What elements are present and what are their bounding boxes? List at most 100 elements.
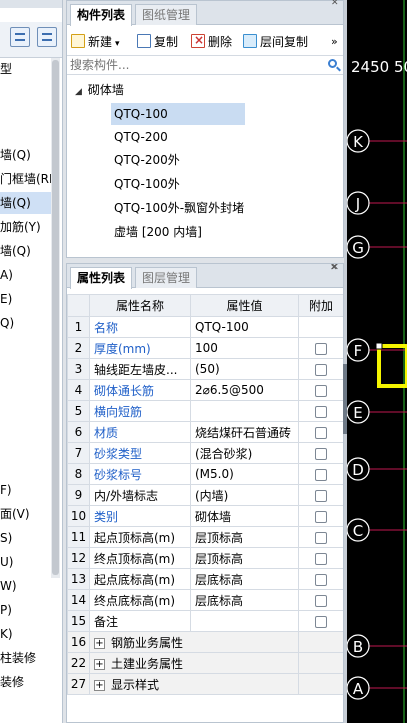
left-tree-item[interactable]: W) — [0, 575, 52, 597]
property-row[interactable]: 6 材质 烧结煤矸石普通砖 — [67, 421, 343, 443]
component-tree-item[interactable]: QTQ-100外 — [111, 173, 183, 195]
component-tree-item[interactable]: QTQ-200外 — [111, 149, 183, 171]
attach-checkbox[interactable] — [315, 405, 327, 418]
left-tree-item[interactable]: 门框墙(RF — [0, 168, 52, 190]
property-value[interactable]: 砌体墙 — [190, 505, 299, 527]
property-value[interactable]: 2⌀6.5@500 — [190, 379, 299, 401]
attach-checkbox[interactable] — [315, 342, 327, 355]
property-value[interactable]: 层底标高 — [190, 568, 299, 590]
property-row[interactable]: 5 横向短筋 — [67, 400, 343, 422]
attach-checkbox[interactable] — [315, 447, 327, 460]
property-row[interactable]: 10 类别 砌体墙 — [67, 505, 343, 527]
grid-view-icon[interactable] — [37, 27, 57, 47]
attach-checkbox[interactable] — [315, 468, 327, 481]
property-value[interactable]: (内墙) — [190, 484, 299, 506]
property-row[interactable]: 13 起点底标高(m) 层底标高 — [67, 568, 343, 590]
left-tree-item[interactable]: F) — [0, 479, 52, 501]
search-icon[interactable] — [328, 59, 337, 68]
copy-button[interactable]: 复制 — [137, 33, 178, 51]
row-number: 14 — [67, 589, 90, 611]
property-value[interactable]: 烧结煤矸石普通砖 — [190, 421, 299, 443]
left-tree-item[interactable]: A) — [0, 264, 52, 286]
toolbar-more-button[interactable]: » — [331, 33, 338, 51]
property-row[interactable]: 1 名称 QTQ-100 — [67, 316, 343, 338]
left-tree-item[interactable]: 柱装修 — [0, 647, 52, 669]
property-group-row[interactable]: 16 + 钢筋业务属性 — [67, 631, 343, 653]
left-tree-item[interactable]: 墙(Q) — [0, 144, 52, 166]
property-group-row[interactable]: 22 + 土建业务属性 — [67, 652, 343, 674]
attach-checkbox[interactable] — [315, 531, 327, 544]
layer-copy-icon — [243, 34, 257, 48]
property-row[interactable]: 9 内/外墙标志 (内墙) — [67, 484, 343, 506]
left-tree-item[interactable]: Q) — [0, 312, 52, 334]
attach-checkbox[interactable] — [315, 573, 327, 586]
property-value[interactable]: (50) — [190, 358, 299, 380]
property-row[interactable]: 15 备注 — [67, 610, 343, 632]
property-group-row[interactable]: 27 + 显示样式 — [67, 673, 343, 695]
property-group-name[interactable]: + 钢筋业务属性 — [89, 631, 299, 653]
property-row[interactable]: 12 终点顶标高(m) 层顶标高 — [67, 547, 343, 569]
component-search-input[interactable] — [67, 56, 317, 74]
attach-cell — [298, 526, 343, 548]
property-value[interactable]: QTQ-100 — [190, 316, 299, 338]
property-value[interactable] — [190, 400, 299, 422]
property-value[interactable]: 层底标高 — [190, 589, 299, 611]
property-group-name[interactable]: + 土建业务属性 — [89, 652, 299, 674]
tab-component-list[interactable]: 构件列表 — [70, 4, 133, 26]
attach-checkbox[interactable] — [315, 552, 327, 565]
property-value[interactable]: 层顶标高 — [190, 526, 299, 548]
left-tree-item[interactable]: E) — [0, 288, 52, 310]
property-value[interactable]: 100 — [190, 337, 299, 359]
property-row[interactable]: 4 砌体通长筋 2⌀6.5@500 — [67, 379, 343, 401]
row-number: 3 — [67, 358, 90, 380]
attach-checkbox[interactable] — [315, 384, 327, 397]
collapse-triangle-icon[interactable]: ◢ — [75, 87, 82, 97]
dropdown-arrow-icon[interactable]: ▾ — [115, 39, 120, 49]
tree-root-masonry-wall[interactable]: ◢ 砌体墙 — [75, 81, 124, 98]
attach-checkbox[interactable] — [315, 510, 327, 523]
tab-drawing-management[interactable]: 图纸管理 — [135, 4, 198, 25]
left-tree-item[interactable]: 墙(Q) — [0, 192, 52, 214]
canvas-drawing[interactable]: 2450 50 K J G F E D C B A — [347, 0, 407, 723]
property-row[interactable]: 8 砂浆标号 (M5.0) — [67, 463, 343, 485]
expand-plus-icon[interactable]: + — [94, 637, 105, 649]
property-row[interactable]: 11 起点顶标高(m) 层顶标高 — [67, 526, 343, 548]
drawing-canvas[interactable]: 2450 50 K J G F E D C B A — [347, 0, 407, 723]
attach-checkbox[interactable] — [315, 594, 327, 607]
tab-layer-management[interactable]: 图层管理 — [135, 267, 198, 288]
property-value[interactable]: (M5.0) — [190, 463, 299, 485]
left-tree-item[interactable]: K) — [0, 623, 52, 645]
property-group-name[interactable]: + 显示样式 — [89, 673, 299, 695]
component-tree-item[interactable]: QTQ-200 — [111, 126, 171, 148]
left-scrollbar-thumb[interactable] — [52, 60, 59, 575]
delete-button[interactable]: 删除 — [191, 31, 232, 51]
property-value[interactable] — [190, 610, 299, 632]
component-tree-item[interactable]: QTQ-100 — [111, 103, 245, 125]
tab-property-list[interactable]: 属性列表 — [70, 267, 133, 289]
property-list-panel: 属性列表 图层管理 ✕ 属性名称 属性值 附加 1 名称 QTQ-100 2 厚度(mm… — [66, 263, 344, 723]
left-tree-item[interactable]: S) — [0, 527, 52, 549]
property-value[interactable]: 层顶标高 — [190, 547, 299, 569]
left-tree-item[interactable]: 面(V) — [0, 503, 52, 525]
component-tree-item[interactable]: 虚墙 [200 内墙] — [111, 221, 205, 243]
property-value[interactable]: (混合砂浆) — [190, 442, 299, 464]
left-tree-item[interactable]: 装修 — [0, 671, 52, 693]
property-row[interactable]: 14 终点底标高(m) 层底标高 — [67, 589, 343, 611]
property-row[interactable]: 2 厚度(mm) 100 — [67, 337, 343, 359]
component-tree-item[interactable]: QTQ-100外-飘窗外封堵 — [111, 197, 247, 219]
list-view-icon[interactable] — [10, 27, 30, 47]
left-tree-item[interactable]: U) — [0, 551, 52, 573]
left-tree-item[interactable]: 加筋(Y) — [0, 216, 52, 238]
attach-checkbox[interactable] — [315, 489, 327, 502]
new-button[interactable]: 新建 ▾ — [71, 33, 120, 51]
attach-checkbox[interactable] — [315, 426, 327, 439]
expand-plus-icon[interactable]: + — [94, 658, 105, 670]
layer-copy-button[interactable]: 层间复制 — [243, 33, 308, 51]
attach-checkbox[interactable] — [315, 363, 327, 376]
left-tree-item[interactable]: P) — [0, 599, 52, 621]
property-row[interactable]: 3 轴线距左墙皮... (50) — [67, 358, 343, 380]
property-row[interactable]: 7 砂浆类型 (混合砂浆) — [67, 442, 343, 464]
left-tree-item[interactable]: 墙(Q) — [0, 240, 52, 262]
expand-plus-icon[interactable]: + — [94, 679, 105, 691]
attach-checkbox[interactable] — [315, 615, 327, 628]
